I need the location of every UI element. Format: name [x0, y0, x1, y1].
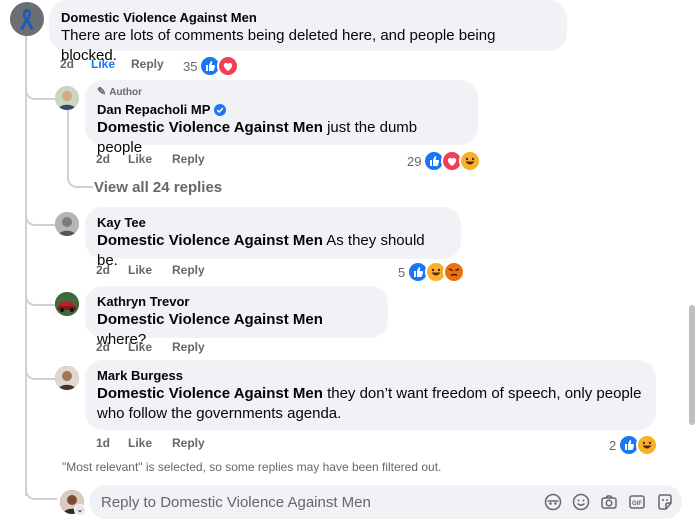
reactions-dan[interactable]: 29	[407, 150, 482, 172]
reply-text: Domestic Violence Against Men they don’t…	[97, 384, 644, 424]
mention-tag[interactable]: Domestic Violence Against Men	[97, 311, 323, 328]
thread-line-curve-sub	[67, 170, 93, 188]
reply-actions-mark: 1d Like Reply	[96, 436, 205, 450]
reply-author[interactable]: Dan Repacholi MP	[97, 101, 210, 118]
filter-notice: "Most relevant" is selected, so some rep…	[62, 460, 442, 474]
reply-input[interactable]: Reply to Domestic Violence Against Men	[89, 485, 682, 519]
like-button[interactable]: Like	[91, 57, 131, 71]
blue-ribbon-icon	[10, 2, 44, 36]
avatar-kathryn-trevor[interactable]	[55, 292, 79, 316]
haha-icon	[459, 150, 482, 172]
sticker-icon[interactable]	[656, 493, 674, 511]
reply-time[interactable]: 2d	[96, 263, 128, 277]
reply-input-placeholder: Reply to Domestic Violence Against Men	[101, 493, 371, 511]
reply-button[interactable]: Reply	[172, 340, 205, 354]
reply-actions-kay: 2d Like Reply	[96, 263, 205, 277]
avatar-mark-burgess[interactable]	[55, 366, 79, 390]
like-button[interactable]: Like	[128, 340, 172, 354]
like-button[interactable]: Like	[128, 436, 172, 450]
avatar-kay-tee[interactable]	[55, 212, 79, 236]
reply-bubble-kathryn: Kathryn Trevor Domestic Violence Against…	[85, 286, 388, 348]
scrollbar-thumb[interactable]	[689, 305, 695, 425]
comment-time[interactable]: 2d	[60, 57, 91, 71]
like-button[interactable]: Like	[128, 263, 172, 277]
angry-icon	[443, 261, 466, 283]
thread-line-curve-1	[25, 84, 55, 100]
reaction-count: 35	[183, 58, 198, 74]
pencil-icon: ✎	[97, 86, 107, 98]
person-photo-icon	[55, 86, 79, 110]
reactions-mark[interactable]: 2	[609, 434, 659, 456]
reactions-top[interactable]: 35	[183, 55, 240, 77]
person-photo-icon	[55, 212, 79, 236]
thread-line-curve-5	[25, 486, 57, 500]
reply-author[interactable]: Kay Tee	[97, 214, 449, 231]
love-icon	[217, 55, 240, 77]
avatar-sticker-icon[interactable]	[544, 493, 562, 511]
person-photo-icon	[55, 366, 79, 390]
reply-button[interactable]: Reply	[172, 263, 205, 277]
car-photo-icon	[55, 292, 79, 316]
reply-button[interactable]: Reply	[172, 436, 205, 450]
reply-actions-dan: 2d Like Reply	[96, 152, 205, 166]
reply-button[interactable]: Reply	[131, 57, 164, 71]
mention-tag[interactable]: Domestic Violence Against Men	[97, 232, 323, 249]
reactions-kay[interactable]: 5	[398, 261, 466, 283]
reaction-count: 5	[398, 264, 406, 280]
thread-line-curve-2	[25, 210, 55, 226]
account-switch-chevron-icon[interactable]: ⌄	[74, 504, 86, 516]
comment-author[interactable]: Domestic Violence Against Men	[61, 9, 555, 26]
avatar-dan-repacholi[interactable]	[55, 86, 79, 110]
mention-tag[interactable]: Domestic Violence Against Men	[97, 119, 323, 136]
reply-author[interactable]: Kathryn Trevor	[97, 293, 376, 310]
reply-time[interactable]: 2d	[96, 340, 128, 354]
svg-text:GIF: GIF	[632, 501, 642, 507]
gif-icon[interactable]: GIF	[628, 493, 646, 511]
reply-bubble-dan: ✎ Author Dan Repacholi MP Domestic Viole…	[85, 80, 478, 156]
thread-line-main	[25, 36, 27, 496]
comment-bubble-top: Domestic Violence Against Men There are …	[49, 0, 567, 64]
reaction-count: 2	[609, 437, 617, 453]
author-badge: ✎ Author	[97, 86, 466, 99]
view-all-replies-link[interactable]: View all 24 replies	[94, 179, 222, 196]
like-button[interactable]: Like	[128, 152, 172, 166]
avatar-domestic-violence-against-men[interactable]	[10, 2, 44, 36]
author-badge-label: Author	[109, 87, 142, 98]
mention-tag[interactable]: Domestic Violence Against Men	[97, 385, 323, 402]
reply-bubble-mark: Mark Burgess Domestic Violence Against M…	[85, 360, 656, 430]
reply-time[interactable]: 2d	[96, 152, 128, 166]
comment-actions-top: 2d Like Reply	[60, 57, 164, 71]
haha-icon	[636, 434, 659, 456]
thread-line-curve-3	[25, 290, 55, 306]
reply-actions-kathryn: 2d Like Reply	[96, 340, 205, 354]
verified-badge-icon	[214, 103, 227, 116]
emoji-icon[interactable]	[572, 493, 590, 511]
reaction-count: 29	[407, 153, 422, 169]
camera-icon[interactable]	[600, 493, 618, 511]
reply-bubble-kay: Kay Tee Domestic Violence Against Men As…	[85, 207, 461, 269]
reply-author[interactable]: Mark Burgess	[97, 367, 644, 384]
thread-line-curve-4	[25, 364, 55, 380]
reply-time[interactable]: 1d	[96, 436, 128, 450]
reply-button[interactable]: Reply	[172, 152, 205, 166]
